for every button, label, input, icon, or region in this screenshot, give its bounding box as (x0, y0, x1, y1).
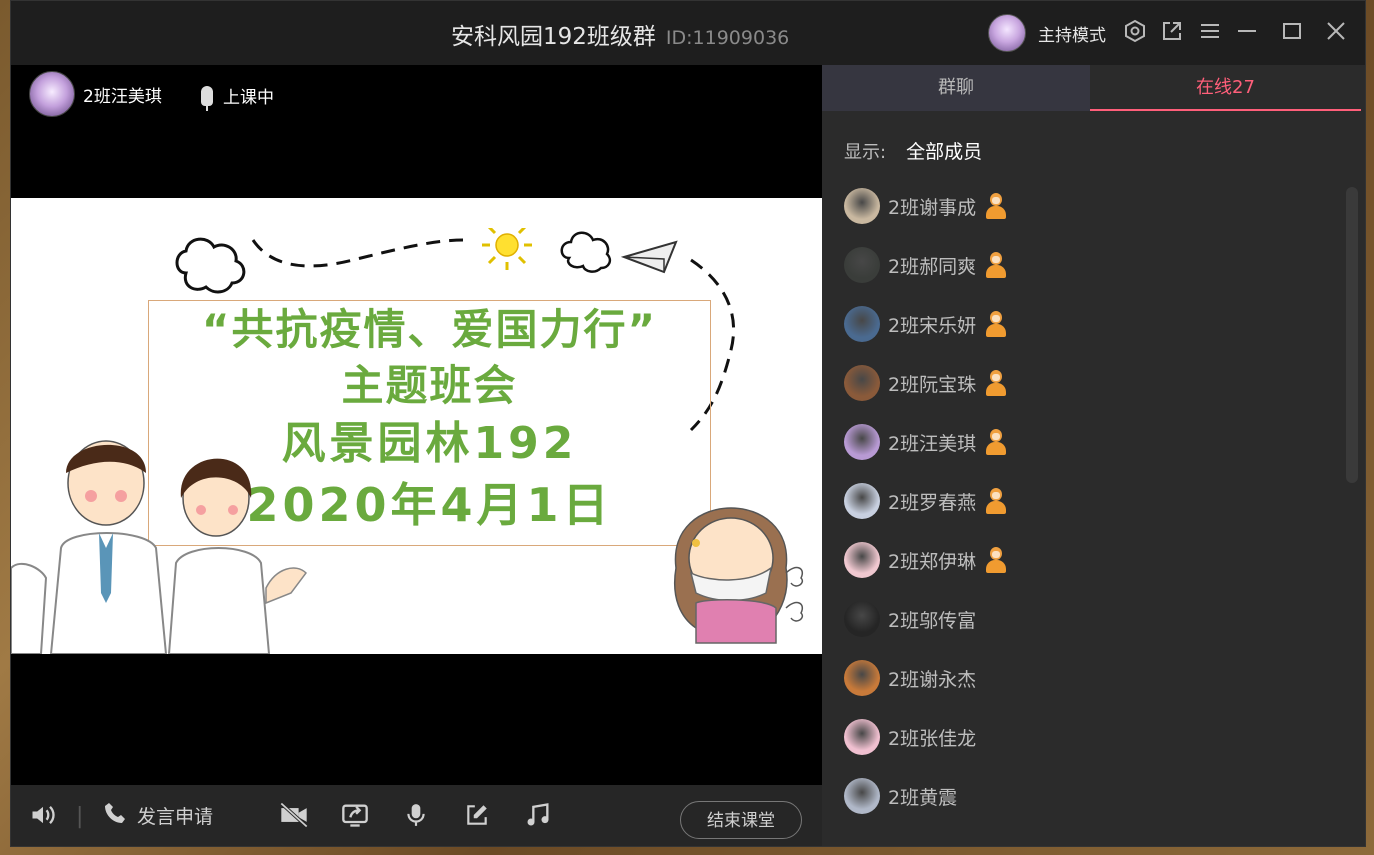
tab-online[interactable]: 在线27 (1090, 65, 1361, 111)
speaker-icon[interactable] (29, 801, 57, 833)
group-id: ID:11909036 (665, 27, 790, 49)
slide-line-2: 主题班会 (341, 361, 518, 410)
member-avatar (844, 424, 880, 460)
student-badge-icon (986, 547, 1007, 573)
doctor-nurse-illustration-icon (11, 440, 307, 654)
settings-hex-icon[interactable] (1121, 19, 1149, 47)
host-avatar (988, 14, 1026, 52)
host-mode-label: 主持模式 (1038, 25, 1106, 46)
member-avatar (844, 601, 880, 637)
music-icon[interactable] (524, 801, 552, 833)
member-row[interactable]: 2班谢事成 (844, 184, 1007, 228)
host-mode-button[interactable]: 主持模式 (988, 14, 1106, 52)
girl-with-mask-illustration-icon (674, 507, 803, 644)
student-badge-icon (986, 370, 1007, 396)
microphone-icon[interactable] (403, 801, 429, 833)
class-status-text: 上课中 (223, 88, 274, 108)
student-badge-icon (986, 252, 1007, 278)
student-badge-icon (986, 488, 1007, 514)
member-list-scrollbar[interactable] (1346, 187, 1358, 483)
member-row[interactable]: 2班张佳龙 (844, 715, 976, 759)
member-row[interactable]: 2班谢永杰 (844, 656, 976, 700)
presenter-info: 2班汪美琪 (29, 71, 162, 117)
member-name: 2班邬传富 (888, 609, 977, 632)
member-row[interactable]: 2班郑伊琳 (844, 538, 1007, 582)
member-row[interactable]: 2班宋乐妍 (844, 302, 1007, 346)
separator: | (76, 804, 84, 829)
member-name: 2班谢事成 (888, 196, 977, 219)
member-row[interactable]: 2班阮宝珠 (844, 361, 1007, 405)
member-avatar (844, 188, 880, 224)
panel-tabs: 群聊 在线27 (822, 65, 1365, 111)
member-avatar (844, 365, 880, 401)
request-speak-button[interactable]: 发言申请 (137, 801, 213, 833)
member-name: 2班阮宝珠 (888, 373, 977, 396)
student-badge-icon (986, 193, 1007, 219)
student-badge-icon (986, 429, 1007, 455)
member-avatar (844, 778, 880, 814)
slide-line-1: “共抗疫情、爱国力行” (201, 305, 658, 354)
member-name: 2班黄震 (888, 786, 958, 809)
app-window: 安科风园192班级群 ID:11909036 主持模式 2班汪美琪 上课中 “共… (10, 0, 1366, 847)
member-avatar (844, 483, 880, 519)
member-row[interactable]: 2班郝同爽 (844, 243, 1007, 287)
member-row[interactable]: 2班黄震 (844, 774, 957, 818)
filter-label: 显示: (844, 141, 887, 163)
edit-icon[interactable] (464, 801, 490, 833)
end-class-button[interactable]: 结束课堂 (680, 801, 802, 839)
window-title: 安科风园192班级群 ID:11909036 (451, 17, 790, 50)
member-name: 2班宋乐妍 (888, 314, 977, 337)
member-list: 2班谢事成 2班郝同爽 2班宋乐妍 2班阮宝珠 2班汪美琪 2班罗春燕 2班郑伊琳 2班邬传富… (822, 177, 1345, 846)
maximize-icon[interactable] (1278, 19, 1306, 47)
tab-group-chat[interactable]: 群聊 (822, 65, 1090, 111)
member-avatar (844, 660, 880, 696)
close-icon[interactable] (1322, 19, 1350, 47)
member-avatar (844, 247, 880, 283)
member-avatar (844, 719, 880, 755)
presenter-name: 2班汪美琪 (83, 86, 162, 107)
member-name: 2班郝同爽 (888, 255, 977, 278)
student-badge-icon (986, 311, 1007, 337)
member-avatar (844, 306, 880, 342)
title-bar: 安科风园192班级群 ID:11909036 主持模式 (11, 1, 1365, 65)
control-bar: | 发言申请 结束课堂 (11, 785, 822, 846)
camera-off-icon[interactable] (279, 801, 309, 833)
popout-icon[interactable] (1158, 19, 1186, 47)
member-filter: 显示: 全部成员 (844, 137, 982, 164)
group-name: 安科风园192班级群 (451, 24, 656, 50)
member-name: 2班罗春燕 (888, 491, 977, 514)
class-status: 上课中 (201, 83, 274, 111)
member-name: 2班张佳龙 (888, 727, 977, 750)
menu-icon[interactable] (1196, 19, 1224, 47)
member-avatar (844, 542, 880, 578)
presenter-avatar (29, 71, 75, 117)
member-row[interactable]: 2班汪美琪 (844, 420, 1007, 464)
mic-icon (201, 85, 213, 111)
video-stage: 2班汪美琪 上课中 “共抗疫情、爱国力行” 主题班会 风景园林192 2020年… (11, 65, 822, 785)
member-panel: 群聊 在线27 显示: 全部成员 2班谢事成 2班郝同爽 2班宋乐妍 2班阮宝珠 2班汪… (822, 65, 1365, 846)
filter-dropdown[interactable]: 全部成员 (906, 137, 982, 164)
phone-icon[interactable] (103, 801, 127, 833)
member-name: 2班谢永杰 (888, 668, 977, 691)
member-name: 2班郑伊琳 (888, 550, 977, 573)
minimize-icon[interactable] (1233, 19, 1261, 47)
screen-share-icon[interactable] (341, 801, 369, 833)
member-row[interactable]: 2班邬传富 (844, 597, 976, 641)
member-name: 2班汪美琪 (888, 432, 977, 455)
member-row[interactable]: 2班罗春燕 (844, 479, 1007, 523)
shared-slide: “共抗疫情、爱国力行” 主题班会 风景园林192 2020年4月1日 (11, 198, 822, 654)
